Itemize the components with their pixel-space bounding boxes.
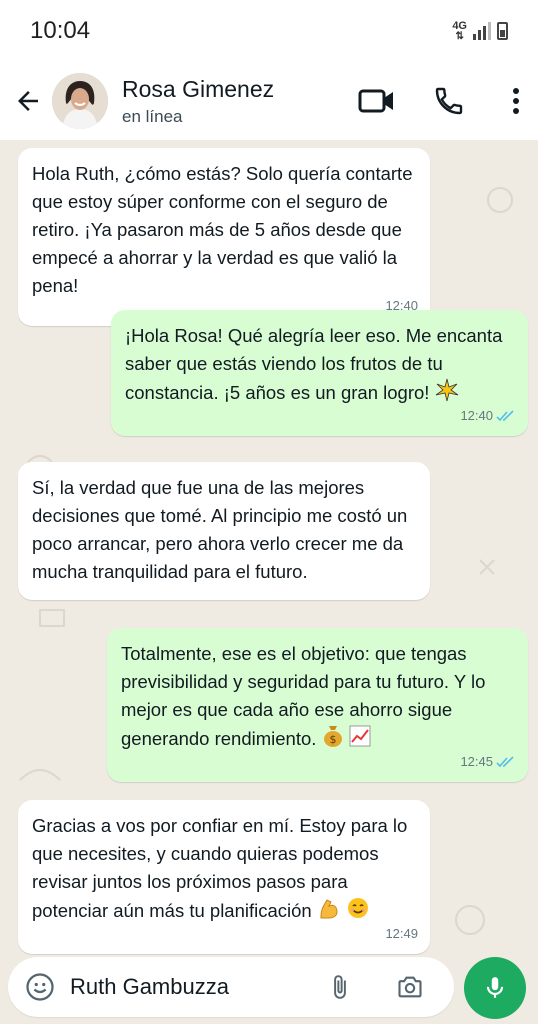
message-meta: 12:49 [385, 920, 418, 948]
signal-icon [473, 22, 491, 40]
voice-message-button[interactable] [464, 957, 526, 1019]
money-bag-emoji: $ [322, 724, 344, 756]
chat-area[interactable]: Hola Ruth, ¿cómo estás? Solo quería cont… [0, 140, 538, 955]
video-call-icon [358, 89, 393, 113]
battery-icon [497, 22, 508, 40]
message-text: Hola Ruth, ¿cómo estás? Solo quería cont… [32, 163, 413, 296]
more-options-icon [513, 88, 519, 114]
message-outgoing[interactable]: Totalmente, ese es el objetivo: que teng… [107, 628, 528, 782]
emoji-icon [26, 973, 54, 1001]
input-bar [0, 955, 538, 1024]
message-meta: 12:45 [460, 748, 516, 776]
header-actions [354, 78, 538, 124]
smiling-face-emoji [346, 896, 370, 928]
data-arrows-icon: ⇅ [455, 30, 464, 42]
read-ticks-icon [496, 756, 514, 768]
network-label: 4G [452, 19, 467, 32]
message-incoming[interactable]: Hola Ruth, ¿cómo estás? Solo quería cont… [18, 148, 430, 326]
sparkle-burst-emoji [435, 378, 459, 410]
voice-call-button[interactable] [426, 78, 472, 124]
video-call-button[interactable] [354, 78, 400, 124]
flexed-biceps-emoji [317, 896, 341, 928]
message-incoming[interactable]: Sí, la verdad que fue una de las mejores… [18, 462, 430, 600]
back-button[interactable] [4, 77, 52, 125]
message-time: 12:49 [385, 926, 418, 941]
avatar[interactable] [52, 73, 108, 129]
status-icons: 4G ⇅ [452, 19, 508, 42]
read-ticks-icon [496, 410, 514, 422]
network-indicator: 4G ⇅ [452, 19, 467, 42]
chat-header: Rosa Gimenez en línea [0, 62, 538, 140]
back-arrow-icon [18, 91, 38, 111]
message-input[interactable] [70, 974, 310, 1000]
camera-button[interactable] [388, 965, 432, 1009]
message-time: 12:40 [460, 408, 493, 423]
camera-icon [398, 976, 422, 998]
emoji-button[interactable] [18, 965, 62, 1009]
message-time: 12:45 [460, 754, 493, 769]
more-options-button[interactable] [498, 78, 534, 124]
message-outgoing[interactable]: ¡Hola Rosa! Qué alegría leer eso. Me enc… [111, 310, 528, 436]
message-meta: 12:40 [460, 402, 516, 430]
chart-increasing-emoji [349, 725, 371, 755]
status-time: 10:04 [30, 17, 91, 44]
contact-info[interactable]: Rosa Gimenez en línea [122, 75, 354, 127]
attach-button[interactable] [318, 965, 362, 1009]
paperclip-icon [334, 975, 346, 999]
status-bar: 10:04 4G ⇅ [0, 0, 538, 62]
voice-call-icon [435, 87, 463, 115]
contact-name: Rosa Gimenez [122, 76, 275, 102]
message-incoming[interactable]: Gracias a vos por confiar en mí. Estoy p… [18, 800, 430, 954]
svg-text:$: $ [329, 733, 336, 746]
microphone-icon [486, 977, 504, 998]
message-composer [8, 957, 454, 1017]
avatar-photo [52, 73, 108, 129]
message-text: Sí, la verdad que fue una de las mejores… [32, 477, 408, 582]
message-text: Totalmente, ese es el objetivo: que teng… [121, 643, 486, 749]
contact-status: en línea [122, 107, 183, 126]
